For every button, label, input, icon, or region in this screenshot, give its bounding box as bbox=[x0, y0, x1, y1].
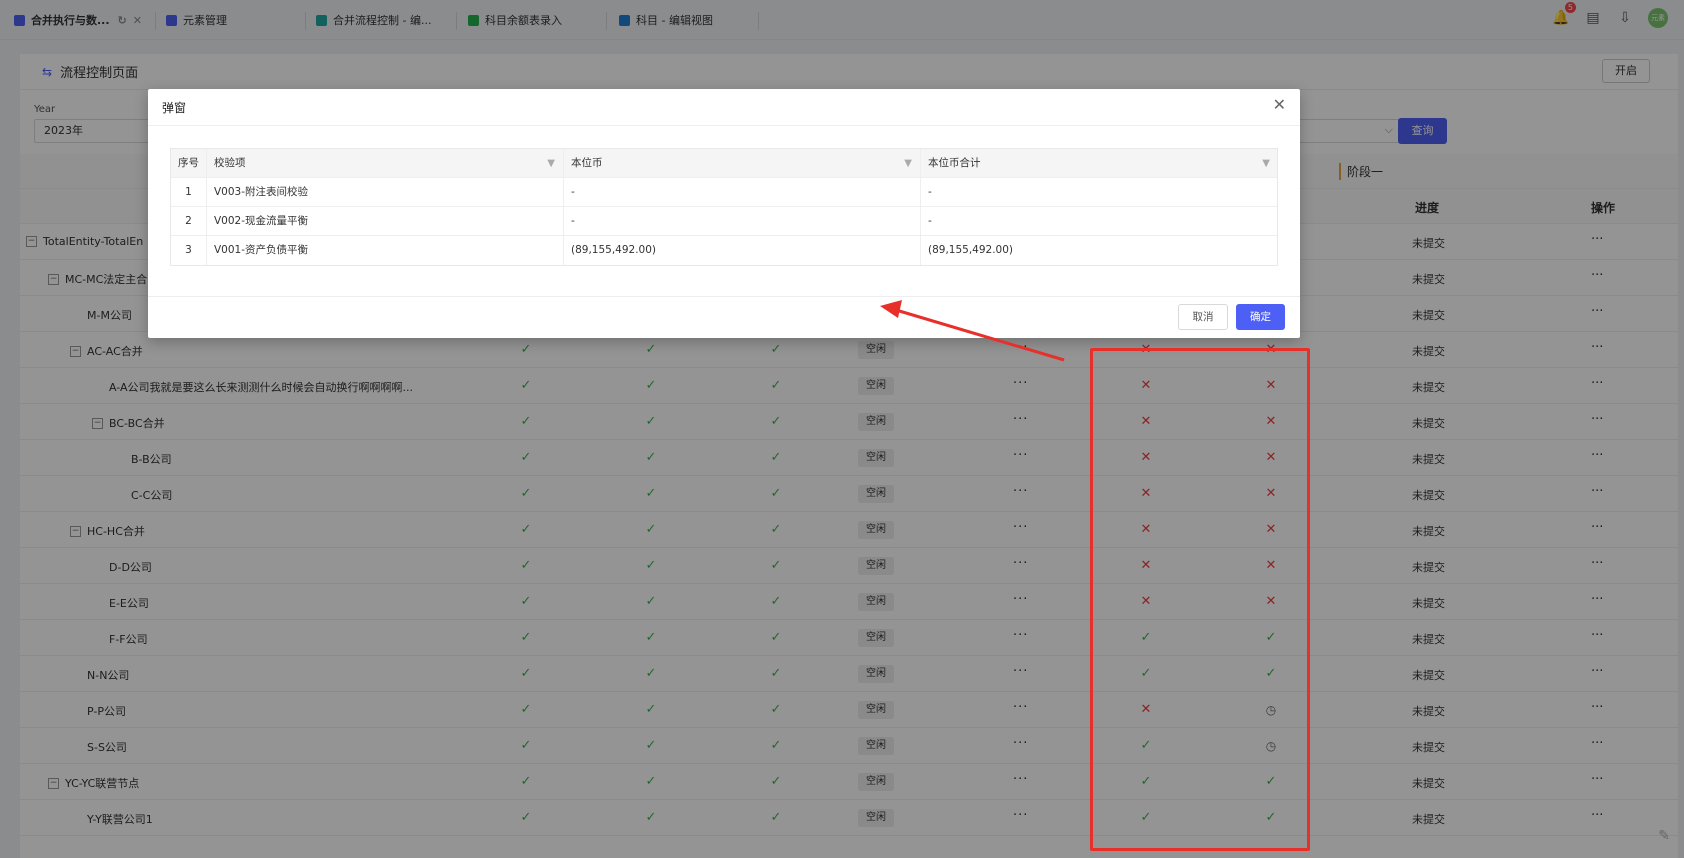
annotation-arrow bbox=[880, 300, 1065, 362]
pen-icon[interactable]: ✎ bbox=[1658, 828, 1670, 844]
